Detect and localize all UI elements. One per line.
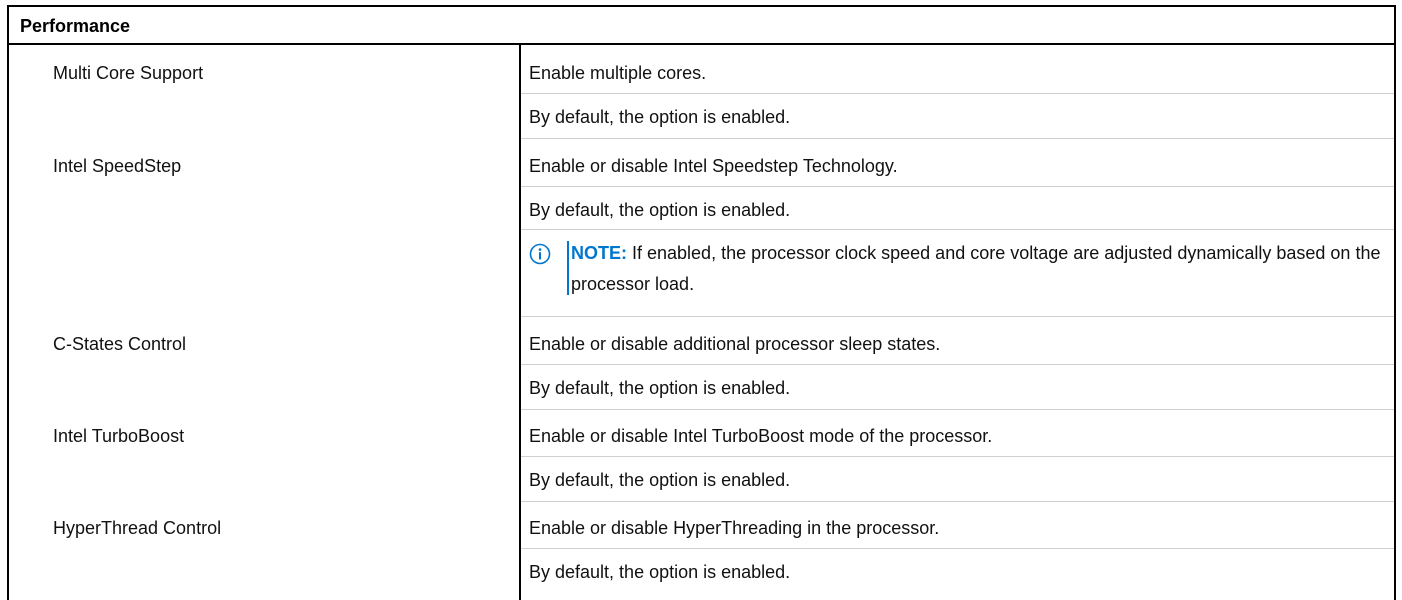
- row-desc-multi-core-line-2: By default, the option is enabled.: [529, 107, 791, 127]
- row-divider: [521, 501, 1394, 502]
- row-desc-c-states-line-2: By default, the option is enabled.: [529, 378, 791, 398]
- row-label-c-states-control: C-States Control: [53, 334, 187, 354]
- note-callout: NOTE: If enabled, the processor clock sp…: [529, 238, 1389, 298]
- row-subdivider: [521, 229, 1394, 230]
- row-subdivider: [521, 364, 1394, 365]
- row-divider: [521, 409, 1394, 410]
- row-label-intel-speedstep: Intel SpeedStep: [53, 156, 182, 176]
- info-circle-icon: [529, 243, 551, 265]
- performance-table: Performance Multi Core Support Enable mu…: [7, 5, 1396, 600]
- note-text: NOTE: If enabled, the processor clock sp…: [571, 238, 1391, 300]
- note-label: NOTE:: [571, 243, 627, 263]
- row-subdivider: [521, 456, 1394, 457]
- row-desc-turboboost-line-1: Enable or disable Intel TurboBoost mode …: [529, 426, 993, 446]
- row-desc-multi-core-line-1: Enable multiple cores.: [529, 63, 707, 83]
- row-label-intel-turboboost: Intel TurboBoost: [53, 426, 185, 446]
- note-body: If enabled, the processor clock speed an…: [571, 243, 1381, 294]
- row-label-multi-core-support: Multi Core Support: [53, 63, 204, 83]
- note-accent-bar: [567, 241, 569, 295]
- row-desc-turboboost-line-2: By default, the option is enabled.: [529, 470, 791, 490]
- row-subdivider: [521, 93, 1394, 94]
- row-desc-speedstep-line-2: By default, the option is enabled.: [529, 200, 791, 220]
- row-divider: [521, 138, 1394, 139]
- row-desc-hyperthread-line-2: By default, the option is enabled.: [529, 562, 791, 582]
- row-divider: [521, 316, 1394, 317]
- row-label-hyperthread-control: HyperThread Control: [53, 518, 222, 538]
- row-subdivider: [521, 186, 1394, 187]
- row-desc-c-states-line-1: Enable or disable additional processor s…: [529, 334, 941, 354]
- row-desc-hyperthread-line-1: Enable or disable HyperThreading in the …: [529, 518, 940, 538]
- table-header: Performance: [9, 7, 1394, 45]
- column-divider: [519, 45, 521, 600]
- row-subdivider: [521, 548, 1394, 549]
- row-desc-speedstep-line-1: Enable or disable Intel Speedstep Techno…: [529, 156, 898, 176]
